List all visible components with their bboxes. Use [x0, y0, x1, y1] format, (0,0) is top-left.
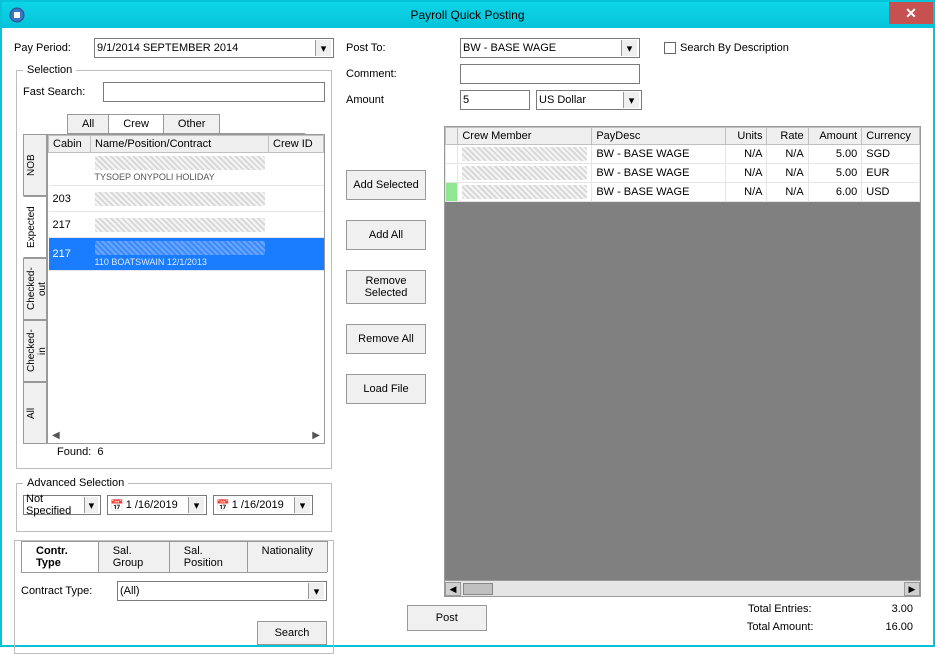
- amount-currency-combo[interactable]: US Dollar ▾: [536, 90, 642, 110]
- col-units: Units: [737, 130, 762, 142]
- table-row-selected[interactable]: 217 redacted110 BOATSWAIN 12/1/2013: [49, 238, 324, 271]
- chevron-down-icon: ▾: [188, 497, 204, 513]
- calendar-icon: 📅: [110, 499, 124, 512]
- redacted-text: redacted: [95, 241, 265, 255]
- tab-contr-type[interactable]: Contr. Type: [21, 541, 99, 572]
- advanced-selection-group: Advanced Selection Not Specified ▾ 📅1 /1…: [16, 477, 332, 532]
- col-amount: Amount: [819, 130, 857, 142]
- redacted-text: redacted: [95, 218, 265, 232]
- scrollbar-thumb[interactable]: [463, 583, 493, 595]
- chevron-down-icon: ▾: [84, 497, 98, 513]
- fast-search-input[interactable]: [103, 82, 325, 102]
- search-button[interactable]: Search: [257, 621, 327, 645]
- date-to-combo[interactable]: 📅1 /16/2019 ▾: [213, 495, 313, 515]
- pay-period-combo[interactable]: 9/1/2014 SEPTEMBER 2014 ▾: [94, 38, 334, 58]
- date-from-combo[interactable]: 📅1 /16/2019 ▾: [107, 495, 207, 515]
- total-amount-value: 16.00: [885, 621, 913, 633]
- vtab-checked-out[interactable]: Checked-out: [23, 258, 47, 320]
- col-currency: Currency: [866, 130, 911, 142]
- chevron-down-icon: ▾: [621, 40, 637, 56]
- advanced-legend: Advanced Selection: [23, 477, 128, 489]
- posting-grid[interactable]: Crew Member PayDesc Units Rate Amount Cu…: [444, 126, 921, 597]
- not-specified-combo[interactable]: Not Specified ▾: [23, 495, 101, 515]
- redacted-text: redacted: [95, 192, 265, 206]
- contract-type-label: Contract Type:: [21, 585, 111, 597]
- horizontal-scrollbar[interactable]: ◀ ▶: [445, 580, 920, 596]
- selection-group: Selection Fast Search: All Crew Other NO…: [16, 64, 332, 469]
- table-row-highlighted[interactable]: x BW - BASE WAGE N/A N/A 6.00 USD: [446, 183, 920, 202]
- tab-sal-position[interactable]: Sal. Position: [169, 541, 248, 572]
- search-by-desc-checkbox[interactable]: Search By Description: [664, 42, 789, 54]
- checkbox-icon: [664, 42, 676, 54]
- redacted-text: redacted: [95, 156, 265, 170]
- crew-grid[interactable]: Cabin Name/Position/Contract Crew ID red…: [47, 134, 325, 444]
- app-icon: [8, 6, 26, 24]
- chevron-down-icon: ▾: [308, 583, 324, 599]
- chevron-down-icon: ▾: [315, 40, 331, 56]
- comment-input[interactable]: [460, 64, 640, 84]
- remove-selected-button[interactable]: Remove Selected: [346, 270, 426, 304]
- close-button[interactable]: ✕: [889, 2, 933, 24]
- total-entries-label: Total Entries:: [748, 603, 812, 615]
- chevron-down-icon: ▾: [623, 92, 639, 108]
- titlebar: Payroll Quick Posting ✕: [2, 2, 933, 28]
- post-to-combo[interactable]: BW - BASE WAGE ▾: [460, 38, 640, 58]
- window-title: Payroll Quick Posting: [410, 8, 524, 22]
- table-row[interactable]: redactedTYSOEP ONYPOLI HOLIDAY: [49, 153, 324, 186]
- selection-legend: Selection: [23, 64, 76, 76]
- post-to-label: Post To:: [346, 42, 454, 54]
- amount-label: Amount: [346, 94, 454, 106]
- scroll-right-icon[interactable]: ▶: [904, 582, 920, 596]
- scroll-left-icon[interactable]: ◀: [52, 430, 60, 441]
- chevron-down-icon: ▾: [294, 497, 310, 513]
- col-rate: Rate: [780, 130, 803, 142]
- remove-all-button[interactable]: Remove All: [346, 324, 426, 354]
- col-crewid: Crew ID: [273, 138, 313, 150]
- vtab-expected[interactable]: Expected: [23, 196, 47, 258]
- redacted-text: x: [462, 166, 587, 180]
- scroll-left-icon[interactable]: ◀: [445, 582, 461, 596]
- vtab-nob[interactable]: NOB: [23, 134, 47, 196]
- found-label: Found:: [57, 446, 91, 458]
- table-row[interactable]: x BW - BASE WAGE N/A N/A 5.00 SGD: [446, 145, 920, 164]
- col-name: Name/Position/Contract: [95, 138, 211, 150]
- comment-label: Comment:: [346, 68, 454, 80]
- tab-nationality[interactable]: Nationality: [247, 541, 328, 572]
- redacted-text: x: [462, 147, 587, 161]
- window-frame: Payroll Quick Posting ✕ Pay Period: 9/1/…: [0, 0, 935, 647]
- tab-all[interactable]: All: [67, 114, 109, 133]
- pay-period-label: Pay Period:: [14, 42, 88, 54]
- tab-sal-group[interactable]: Sal. Group: [98, 541, 170, 572]
- vtab-checked-in[interactable]: Checked-in: [23, 320, 47, 382]
- total-amount-label: Total Amount:: [747, 621, 814, 633]
- col-cabin: Cabin: [53, 138, 82, 150]
- tab-crew[interactable]: Crew: [108, 114, 164, 133]
- found-value: 6: [97, 446, 103, 458]
- table-row[interactable]: 203 redacted: [49, 186, 324, 212]
- table-row[interactable]: 217 redacted: [49, 212, 324, 238]
- total-entries-value: 3.00: [892, 603, 913, 615]
- add-all-button[interactable]: Add All: [346, 220, 426, 250]
- redacted-text: x: [462, 185, 587, 199]
- add-selected-button[interactable]: Add Selected: [346, 170, 426, 200]
- col-paydesc: PayDesc: [596, 130, 640, 142]
- scroll-right-icon[interactable]: ▶: [312, 430, 320, 441]
- col-crew-member: Crew Member: [462, 130, 531, 142]
- post-button[interactable]: Post: [407, 605, 487, 631]
- load-file-button[interactable]: Load File: [346, 374, 426, 404]
- table-row[interactable]: x BW - BASE WAGE N/A N/A 5.00 EUR: [446, 164, 920, 183]
- fast-search-label: Fast Search:: [23, 86, 97, 98]
- pay-period-value: 9/1/2014 SEPTEMBER 2014: [97, 42, 238, 54]
- tab-other[interactable]: Other: [163, 114, 221, 133]
- amount-input[interactable]: [460, 90, 530, 110]
- contract-type-combo[interactable]: (All) ▾: [117, 581, 327, 601]
- vtab-all[interactable]: All: [23, 382, 47, 444]
- calendar-icon: 📅: [216, 499, 230, 512]
